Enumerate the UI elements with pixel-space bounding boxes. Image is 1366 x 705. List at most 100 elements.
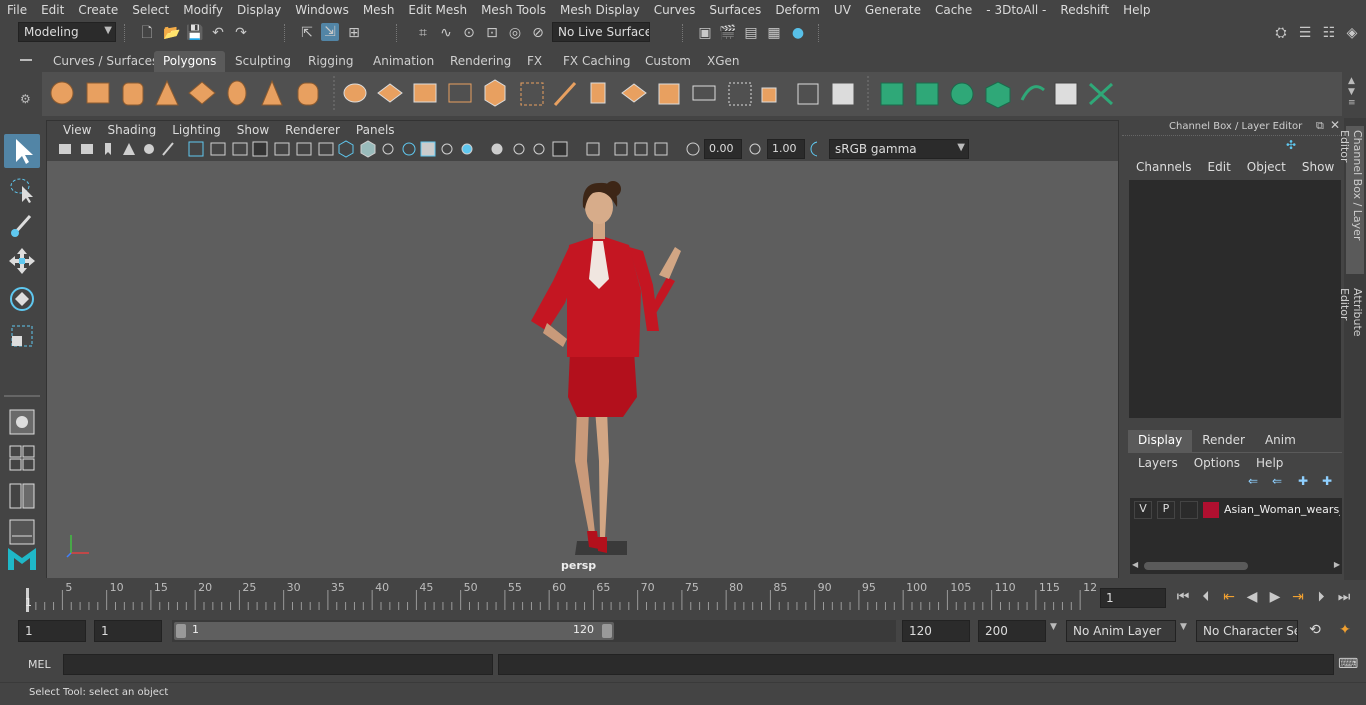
channel-list[interactable] <box>1129 180 1341 418</box>
anim-layer-selector[interactable]: No Anim Layer <box>1066 620 1176 642</box>
live-surface-field[interactable]: No Live Surface <box>552 22 650 42</box>
layers-menu[interactable]: Layers <box>1128 454 1186 472</box>
shelf-tab-curves-surfaces[interactable]: Curves / Surfaces <box>44 51 167 72</box>
menu-mesh[interactable]: Mesh <box>356 3 402 17</box>
mode-selector[interactable]: Modeling ▼ <box>18 22 116 42</box>
render-settings-icon[interactable]: ▦ <box>765 24 783 42</box>
menu-modify[interactable]: Modify <box>176 3 230 17</box>
menu-mesh-tools[interactable]: Mesh Tools <box>474 3 553 17</box>
scroll-right-icon[interactable]: ▶ <box>1334 560 1340 569</box>
toggle-tool-settings-icon[interactable]: ☷ <box>1320 24 1338 42</box>
scale-tool-icon[interactable] <box>4 318 40 352</box>
play-forwards-icon[interactable]: ▶ <box>1266 588 1284 606</box>
rotate-tool-icon[interactable] <box>4 282 40 316</box>
playback-start-field[interactable]: 1 <box>94 620 162 642</box>
shelf-tab-custom[interactable]: Custom <box>636 51 700 72</box>
range-end-handle[interactable] <box>602 624 612 638</box>
time-slider[interactable]: 5 10 15 20 25 30 35 40 45 50 55 60 65 70 75 80 85 90 95 100… <box>20 580 1097 612</box>
shelf-tab-fx[interactable]: FX <box>518 51 551 72</box>
range-start-handle[interactable] <box>176 624 186 638</box>
script-language-toggle[interactable]: MEL <box>28 658 51 671</box>
new-empty-layer-icon[interactable]: ✚ <box>1298 474 1308 488</box>
scroll-thumb[interactable] <box>1144 562 1248 570</box>
command-input[interactable] <box>63 654 493 675</box>
tab-display[interactable]: Display <box>1128 430 1193 452</box>
show-menu[interactable]: Show <box>1294 160 1342 178</box>
layer-playback-toggle[interactable]: P <box>1157 501 1175 519</box>
chevron-down-icon[interactable]: ▼ <box>1050 622 1057 632</box>
go-to-start-icon[interactable]: ⏮ <box>1174 588 1192 606</box>
menu-select[interactable]: Select <box>125 3 176 17</box>
menu-uv[interactable]: UV <box>827 3 858 17</box>
shelf-tab-fx-caching[interactable]: FX Caching <box>554 51 639 72</box>
move-layer-up-icon[interactable]: ⇐ <box>1248 474 1258 488</box>
viewport-menu-shading[interactable]: Shading <box>99 123 164 137</box>
tab-render[interactable]: Render <box>1192 430 1255 452</box>
menu-redshift[interactable]: Redshift <box>1053 3 1116 17</box>
select-object-icon[interactable]: ⇲ <box>321 23 339 41</box>
viewport-menu-view[interactable]: View <box>55 123 99 137</box>
single-perspective-layout-icon[interactable] <box>4 406 40 440</box>
layer-color-swatch[interactable] <box>1203 502 1219 518</box>
shelf-scroll-icon[interactable]: ▲ ▼ ≡ <box>1348 76 1362 109</box>
new-scene-icon[interactable]: 🗋 <box>138 24 156 42</box>
four-view-layout-icon[interactable] <box>4 442 40 476</box>
character-set-selector[interactable]: No Character Set <box>1196 620 1298 642</box>
menu-file[interactable]: File <box>0 3 34 17</box>
menu-surfaces[interactable]: Surfaces <box>702 3 768 17</box>
save-scene-icon[interactable]: 💾 <box>186 24 204 42</box>
lasso-tool-icon[interactable] <box>4 172 40 206</box>
snap-view-icon[interactable]: ⊡ <box>483 24 501 42</box>
shelf-tab-xgen[interactable]: XGen <box>698 51 749 72</box>
redo-icon[interactable]: ↷ <box>232 24 250 42</box>
render-frame-icon[interactable]: 🎬 <box>719 24 737 42</box>
perspective-viewport[interactable]: persp <box>47 161 1118 578</box>
move-tool-icon[interactable] <box>4 244 40 278</box>
menu-deform[interactable]: Deform <box>768 3 827 17</box>
edit-menu[interactable]: Edit <box>1200 160 1239 178</box>
layer-visibility-toggle[interactable]: V <box>1134 501 1152 519</box>
viewport-menu-show[interactable]: Show <box>229 123 277 137</box>
layer-type-toggle[interactable] <box>1180 501 1198 519</box>
help-menu[interactable]: Help <box>1248 454 1291 472</box>
menu-generate[interactable]: Generate <box>858 3 928 17</box>
menu-display[interactable]: Display <box>230 3 288 17</box>
shelf-menu-icon[interactable] <box>20 59 32 61</box>
undo-icon[interactable]: ↶ <box>209 24 227 42</box>
chevron-down-icon[interactable]: ▼ <box>1180 622 1187 632</box>
new-layer-selected-icon[interactable]: ✚ <box>1322 474 1332 488</box>
channel-box-options-icon[interactable]: ✣ <box>1286 138 1310 156</box>
script-editor-icon[interactable]: ⌨ <box>1338 655 1358 673</box>
step-forward-frame-icon[interactable]: ⏵ <box>1312 588 1330 606</box>
shelf-tab-rigging[interactable]: Rigging <box>299 51 362 72</box>
move-layer-down-icon[interactable]: ⇐ <box>1272 474 1282 488</box>
animation-start-field[interactable]: 1 <box>18 620 86 642</box>
scroll-left-icon[interactable]: ◀ <box>1132 560 1138 569</box>
menu-edit[interactable]: Edit <box>34 3 71 17</box>
range-bar[interactable]: 1 120 <box>174 622 614 640</box>
toggle-channel-box-icon[interactable]: ◈ <box>1343 24 1361 42</box>
workspace-icon[interactable]: ⛭ <box>1272 24 1290 42</box>
shelf-tab-sculpting[interactable]: Sculpting <box>226 51 300 72</box>
step-back-frame-icon[interactable]: ⏴ <box>1197 588 1215 606</box>
channels-menu[interactable]: Channels <box>1122 160 1200 178</box>
snap-curve-icon[interactable]: ∿ <box>437 24 455 42</box>
menu-create[interactable]: Create <box>71 3 125 17</box>
select-component-icon[interactable]: ⊞ <box>345 24 363 42</box>
hypershade-icon[interactable]: ● <box>789 24 807 42</box>
shelf-gear-icon[interactable]: ⚙ <box>20 92 31 106</box>
menu-windows[interactable]: Windows <box>288 3 356 17</box>
viewport-menu-panels[interactable]: Panels <box>348 123 403 137</box>
object-menu[interactable]: Object <box>1239 160 1294 178</box>
side-tab-channel-box[interactable]: Channel Box / Layer Editor <box>1338 126 1364 274</box>
gamma-field[interactable]: 1.00 <box>767 139 805 159</box>
current-frame-field[interactable]: 1 <box>1100 588 1166 608</box>
viewport-menu-renderer[interactable]: Renderer <box>277 123 348 137</box>
shelf-tab-polygons[interactable]: Polygons <box>154 51 226 72</box>
float-panel-icon[interactable]: ⧉ <box>1316 119 1324 133</box>
layer-row[interactable]: V P Asian_Woman_wears_ <box>1130 500 1342 520</box>
side-tab-attribute-editor[interactable]: Attribute Editor <box>1338 284 1364 374</box>
snap-grid-icon[interactable]: ⌗ <box>414 24 432 42</box>
snap-surface-icon[interactable]: ◎ <box>506 24 524 42</box>
paint-select-icon[interactable] <box>4 208 40 242</box>
